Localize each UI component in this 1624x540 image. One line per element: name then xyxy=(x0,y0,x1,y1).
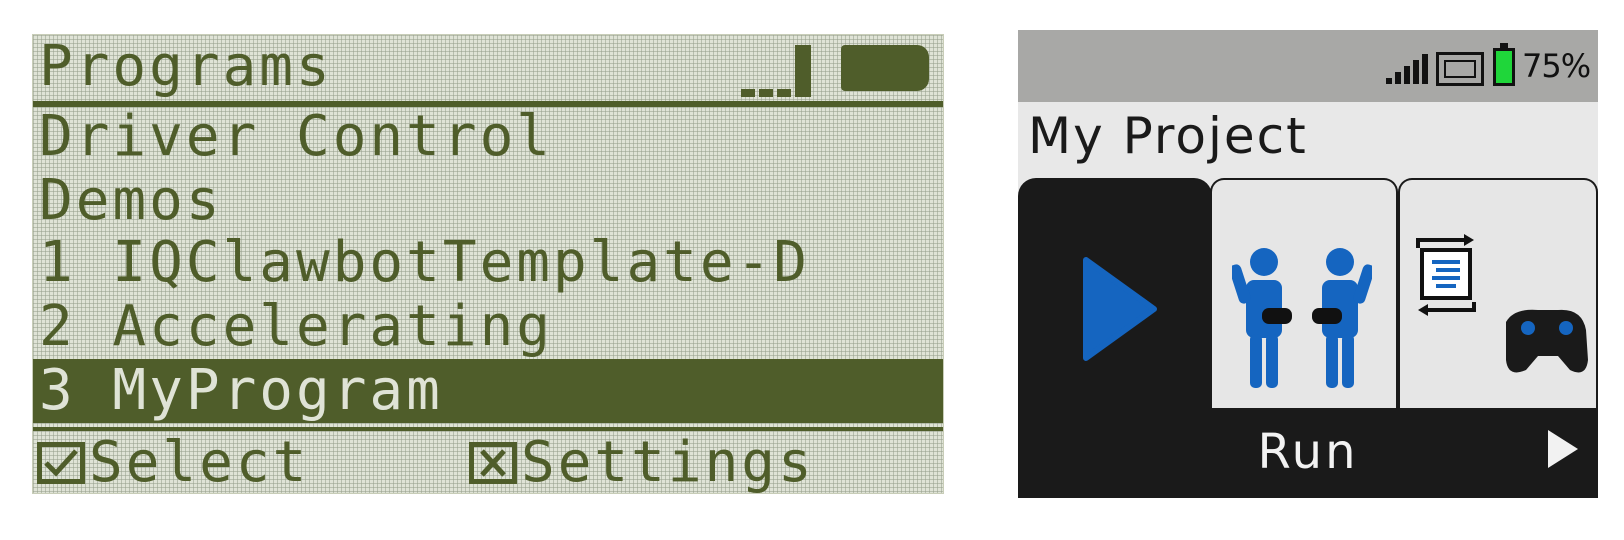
signal-bars-icon xyxy=(733,41,823,97)
run-button[interactable]: Run xyxy=(1018,422,1598,482)
play-icon xyxy=(1083,257,1157,361)
tab-configure[interactable] xyxy=(1398,178,1598,408)
program-item-driver-control[interactable]: Driver Control xyxy=(39,107,937,167)
program-item-demos[interactable]: Demos xyxy=(39,171,937,231)
program-item-3-selected[interactable]: 3 MyProgram xyxy=(33,359,943,423)
next-arrow-icon[interactable] xyxy=(1548,430,1578,468)
lcd-footer: Select Settings xyxy=(33,427,943,493)
battery-icon xyxy=(1493,43,1515,86)
battery-icon xyxy=(841,45,929,91)
project-name: My Project xyxy=(1028,107,1308,165)
brain-screen: 75% My Project Run xyxy=(1018,30,1598,498)
select-button[interactable]: Select xyxy=(37,433,309,493)
status-bar: 75% xyxy=(1018,30,1598,102)
action-bar: Run xyxy=(1018,408,1598,498)
checkbox-icon xyxy=(37,442,85,484)
tab-drive[interactable] xyxy=(1210,178,1398,408)
battery-percent: 75% xyxy=(1522,47,1591,85)
lcd-screen: Programs Driver Control Demos 1 IQClawbo… xyxy=(32,34,944,494)
program-item-2[interactable]: 2 Accelerating xyxy=(39,297,937,357)
code-controller-icon xyxy=(1416,234,1588,373)
select-label: Select xyxy=(89,430,310,494)
tab-strip xyxy=(1018,178,1598,438)
settings-button[interactable]: Settings xyxy=(469,433,815,493)
tab-run[interactable] xyxy=(1018,178,1212,438)
x-box-icon xyxy=(469,442,517,484)
settings-label: Settings xyxy=(521,430,815,494)
signal-bars-icon xyxy=(1386,54,1432,84)
project-header: My Project xyxy=(1018,102,1598,178)
drivers-icon xyxy=(1232,248,1372,388)
program-item-1[interactable]: 1 IQClawbotTemplate-D xyxy=(39,233,937,293)
screen-icon xyxy=(1436,52,1484,86)
